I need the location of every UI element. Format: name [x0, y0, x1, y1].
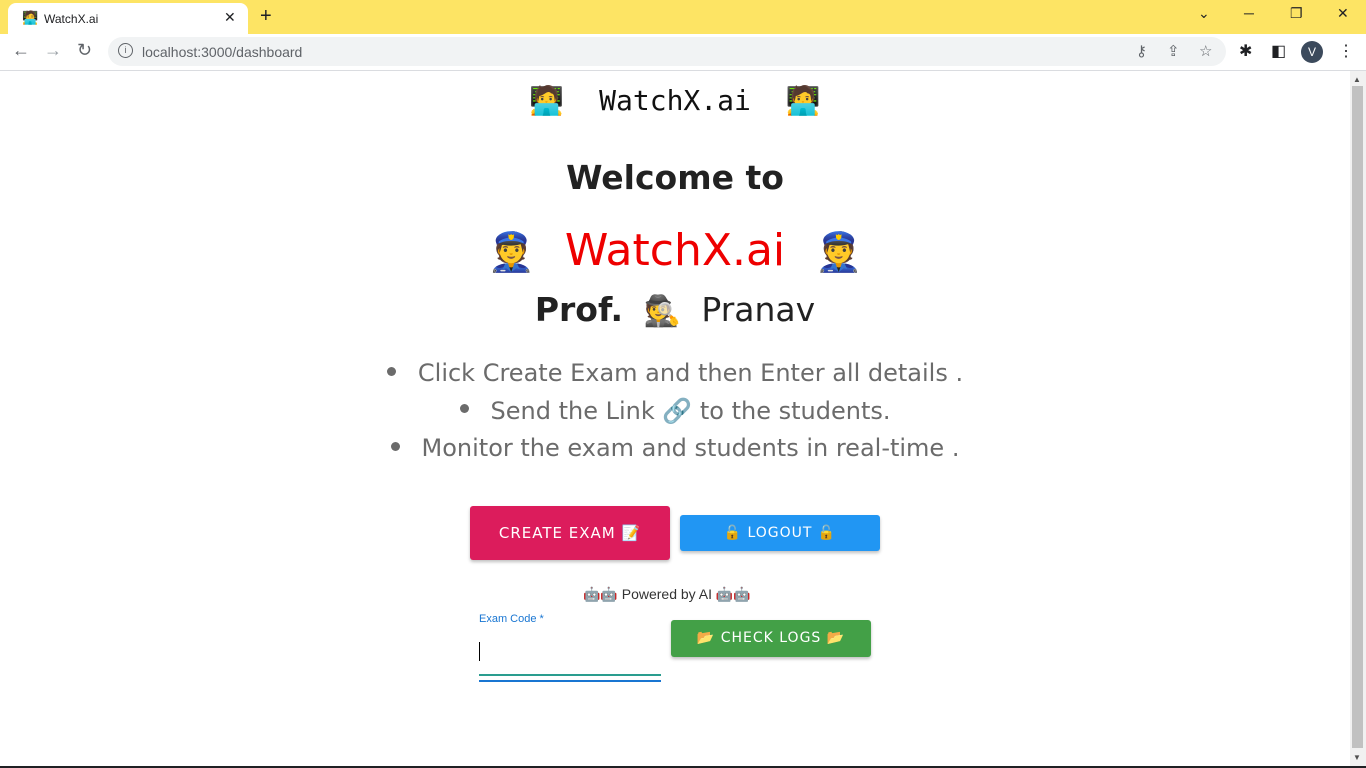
scrollbar-thumb[interactable]	[1352, 86, 1363, 748]
powered-by-text: 🤖🤖 Powered by AI 🤖🤖	[583, 586, 751, 602]
forward-icon[interactable]: →	[44, 40, 62, 61]
coder-emoji-icon: 🧑‍💻	[529, 84, 565, 117]
professor-name: Prof. 🕵️ Pranav	[0, 290, 1350, 329]
brand-title-text: WatchX.ai	[564, 225, 786, 276]
profile-avatar[interactable]: V	[1301, 41, 1323, 63]
welcome-heading: Welcome to	[566, 158, 784, 197]
check-logs-button[interactable]: 📂 CHECK LOGS 📂	[671, 620, 871, 657]
bullet-icon	[459, 404, 469, 413]
browser-tab[interactable]: 🧑‍💻 WatchX.ai ✕	[8, 3, 248, 34]
side-panel-icon[interactable]: ◧	[1271, 41, 1286, 61]
site-info-icon[interactable]: i	[118, 43, 133, 58]
back-icon[interactable]: ←	[12, 40, 30, 61]
police-emoji-icon: 👮	[487, 230, 535, 274]
bookmark-star-icon[interactable]: ☆	[1199, 42, 1212, 60]
exam-code-label: Exam Code *	[479, 613, 544, 625]
list-item: Click Create Exam and then Enter all det…	[0, 356, 1350, 394]
key-icon[interactable]: ⚷	[1136, 42, 1147, 60]
instruction-text: Monitor the exam and students in real-ti…	[421, 434, 960, 462]
exam-code-input[interactable]	[479, 642, 480, 661]
bullet-icon	[386, 366, 396, 376]
instructions-list: Click Create Exam and then Enter all det…	[0, 356, 1350, 469]
detective-emoji-icon: 🕵️	[643, 294, 681, 329]
address-bar[interactable]: i localhost:3000/dashboard ⚷ ⇪ ☆	[108, 37, 1226, 66]
new-tab-button[interactable]: +	[260, 5, 272, 28]
instruction-text: Click Create Exam and then Enter all det…	[417, 359, 964, 387]
exam-code-underline	[479, 674, 661, 676]
reload-icon[interactable]: ↻	[77, 40, 92, 61]
list-item: Send the Link 🔗 to the students.	[0, 394, 1350, 432]
tab-close-icon[interactable]: ✕	[224, 9, 236, 26]
scroll-up-icon[interactable]: ▲	[1353, 75, 1361, 84]
minimize-icon[interactable]: ─	[1244, 5, 1254, 21]
header-brand-text: WatchX.ai	[599, 84, 751, 117]
scroll-down-icon[interactable]: ▼	[1353, 753, 1361, 762]
browser-toolbar: ← → ↻ i localhost:3000/dashboard ⚷ ⇪ ☆ ✱…	[0, 34, 1366, 71]
restore-icon[interactable]: ❐	[1290, 5, 1303, 22]
coder-emoji-icon: 🧑‍💻	[785, 84, 821, 117]
prof-title: Prof.	[534, 290, 624, 329]
tab-search-chevron-icon[interactable]: ⌄	[1198, 5, 1210, 22]
exam-code-focus-underline	[479, 680, 661, 682]
tab-title: WatchX.ai	[44, 12, 99, 26]
logout-button[interactable]: 🔓 LOGOUT 🔓	[680, 515, 880, 551]
share-icon[interactable]: ⇪	[1167, 42, 1180, 60]
extensions-icon[interactable]: ✱	[1239, 41, 1252, 61]
instruction-text: Send the Link 🔗 to the students.	[490, 396, 891, 425]
tab-favicon-icon: 🧑‍💻	[22, 10, 39, 25]
police-emoji-icon: 👮	[815, 230, 863, 274]
list-item: Monitor the exam and students in real-ti…	[0, 431, 1350, 469]
close-window-icon[interactable]: ✕	[1337, 5, 1349, 22]
brand-title: 👮 WatchX.ai 👮	[0, 225, 1350, 276]
browser-tab-strip: 🧑‍💻 WatchX.ai ✕ + ⌄ ─ ❐ ✕	[0, 0, 1366, 34]
bullet-icon	[390, 441, 400, 451]
menu-kebab-icon[interactable]: ⋮	[1338, 41, 1354, 61]
url-text[interactable]: localhost:3000/dashboard	[142, 44, 302, 60]
create-exam-button[interactable]: CREATE EXAM 📝	[470, 506, 670, 560]
header-brand: 🧑‍💻 WatchX.ai 🧑‍💻	[0, 84, 1350, 117]
prof-name: Pranav	[701, 290, 816, 329]
